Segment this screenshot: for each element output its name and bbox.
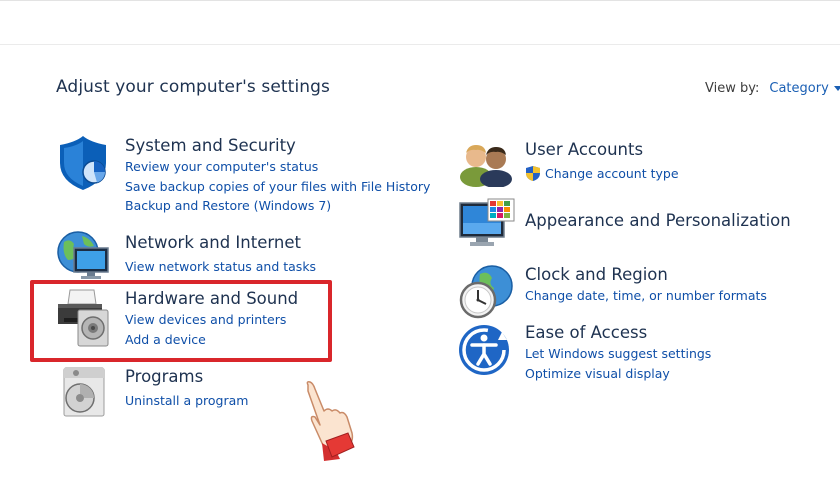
category-title-ease-of-access[interactable]: Ease of Access [525,322,711,344]
view-by-control: View by: Category [705,81,840,96]
highlight-box [30,280,332,362]
users-icon[interactable] [458,139,516,191]
link-uninstall-program[interactable]: Uninstall a program [125,391,248,411]
chevron-down-icon[interactable] [833,86,840,91]
shield-icon[interactable] [54,135,112,195]
clock-globe-icon[interactable] [458,264,516,324]
category-title-network-internet[interactable]: Network and Internet [125,232,316,254]
category-title-user-accounts[interactable]: User Accounts [525,139,679,161]
category-title-clock-region[interactable]: Clock and Region [525,264,767,286]
view-by-dropdown[interactable]: Category [769,81,828,96]
link-backup-restore[interactable]: Backup and Restore (Windows 7) [125,196,430,216]
view-by-label: View by: [705,81,760,96]
link-date-time-formats[interactable]: Change date, time, or number formats [525,286,767,306]
top-toolbar [0,0,840,45]
link-review-status[interactable]: Review your computer's status [125,157,430,177]
category-text: Ease of Access Let Windows suggest setti… [525,322,711,383]
category-title-programs[interactable]: Programs [125,366,248,388]
link-windows-suggest[interactable]: Let Windows suggest settings [525,344,711,364]
category-text: Appearance and Personalization [525,210,791,232]
link-file-history[interactable]: Save backup copies of your files with Fi… [125,177,430,197]
uac-shield-icon [526,166,540,182]
ease-of-access-icon[interactable] [458,322,516,382]
category-text: User Accounts Change account type [525,139,679,184]
link-change-account-type[interactable]: Change account type [545,164,679,184]
programs-disc-icon[interactable] [54,366,112,422]
category-title-appearance-personalization[interactable]: Appearance and Personalization [525,210,791,232]
pointing-hand-icon [296,381,362,465]
link-optimize-display[interactable]: Optimize visual display [525,364,711,384]
category-text: Programs Uninstall a program [125,366,248,411]
category-title-system-security[interactable]: System and Security [125,135,430,157]
page-title: Adjust your computer's settings [56,77,330,97]
change-account-type[interactable]: Change account type [525,164,679,184]
category-text: Network and Internet View network status… [125,232,316,277]
link-network-status[interactable]: View network status and tasks [125,257,316,277]
category-text: Clock and Region Change date, time, or n… [525,264,767,306]
category-text: System and Security Review your computer… [125,135,430,216]
network-globe-icon[interactable] [54,230,112,284]
monitor-palette-icon[interactable] [458,197,516,257]
